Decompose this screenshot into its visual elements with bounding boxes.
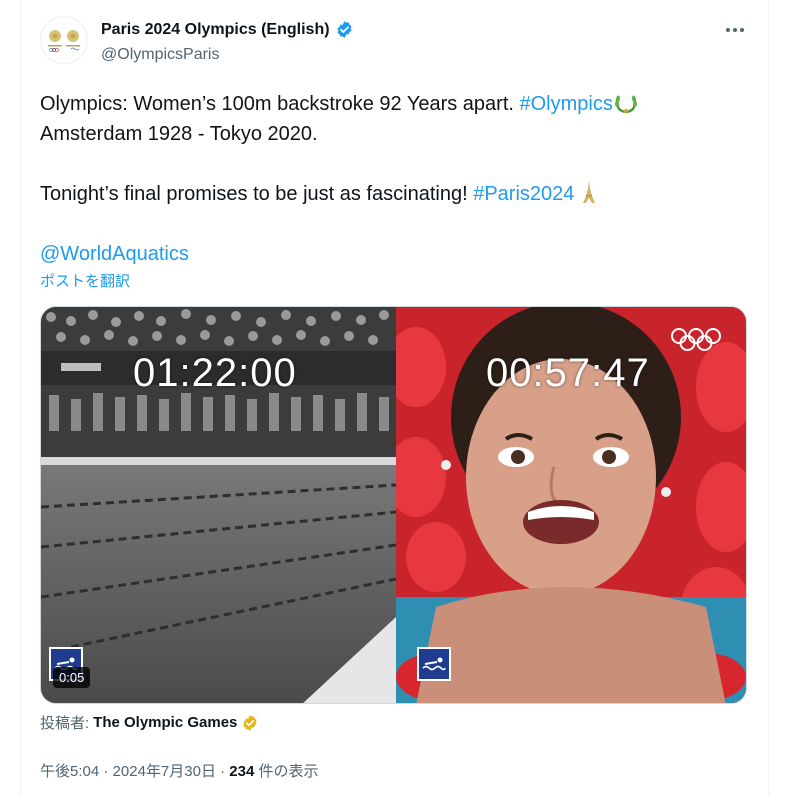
translate-post-link[interactable]: ポストを翻訳 — [40, 270, 130, 291]
gold-verified-badge-icon[interactable] — [241, 714, 259, 732]
tweet-line-4: Tonight’s final promises to be just as f… — [40, 179, 740, 209]
swimming-pictogram-icon — [417, 647, 451, 681]
views-count: 234 — [229, 763, 255, 780]
hashtag-paris2024[interactable]: #Paris2024 — [473, 183, 574, 205]
olympic-rings-icon — [671, 328, 721, 351]
views-label: 件の表示 — [254, 763, 319, 780]
tweet-time[interactable]: 午後5:04 — [40, 763, 99, 780]
posted-by-name[interactable]: The Olympic Games — [93, 714, 237, 731]
tweet-line-4-text: Tonight’s final promises to be just as f… — [40, 183, 474, 205]
avatar[interactable] — [40, 16, 88, 64]
video-duration: 0:05 — [53, 667, 91, 688]
hashtag-olympics[interactable]: #Olympics — [519, 93, 612, 115]
paris-2024-logo-icon — [48, 30, 80, 52]
posted-by-prefix: 投稿者: — [40, 715, 90, 732]
tweet-line-2: Amsterdam 1928 - Tokyo 2020. — [40, 123, 318, 145]
more-options-icon[interactable] — [721, 20, 749, 40]
meta-separator-1: · — [99, 763, 113, 780]
tweet-line-blank-1 — [40, 149, 740, 179]
mention-worldaquatics[interactable]: @WorldAquatics — [40, 243, 189, 265]
tweet-line-1: Olympics: Women’s 100m backstroke 92 Yea… — [40, 89, 740, 119]
verified-badge-icon[interactable] — [335, 20, 354, 39]
tweet-line-1-text: Olympics: Women’s 100m backstroke 92 Yea… — [40, 93, 520, 115]
video-left-panel-1928: 01:22:00 0:05 — [41, 307, 396, 703]
user-handle[interactable]: @OlympicsParis — [101, 46, 219, 64]
laurel-wreath-icon — [614, 95, 637, 114]
video-right-panel-2020: 00:57:47 — [396, 307, 746, 703]
time-2020-label: 00:57:47 — [486, 351, 650, 395]
eiffel-tower-icon — [582, 181, 595, 203]
posted-by: 投稿者: The Olympic Games — [40, 712, 259, 733]
tweet-card: Paris 2024 Olympics (English) @OlympicsP… — [21, 0, 768, 796]
meta-separator-2: · — [215, 763, 230, 780]
tweet-text: Olympics: Women’s 100m backstroke 92 Yea… — [40, 89, 740, 269]
video-player[interactable]: 01:22:00 0:05 00:57:47 — [40, 306, 747, 704]
tweet-meta: 午後5:04 · 2024年7月30日 · 234 件の表示 — [40, 760, 319, 781]
tweet-line-blank-2 — [40, 209, 740, 239]
right-border — [768, 0, 769, 796]
tweet-date[interactable]: 2024年7月30日 — [113, 763, 216, 780]
time-1928-label: 01:22:00 — [133, 351, 297, 395]
tweet-line-6: @WorldAquatics — [40, 239, 740, 269]
name-row: Paris 2024 Olympics (English) — [101, 20, 354, 39]
display-name[interactable]: Paris 2024 Olympics (English) — [101, 21, 330, 39]
